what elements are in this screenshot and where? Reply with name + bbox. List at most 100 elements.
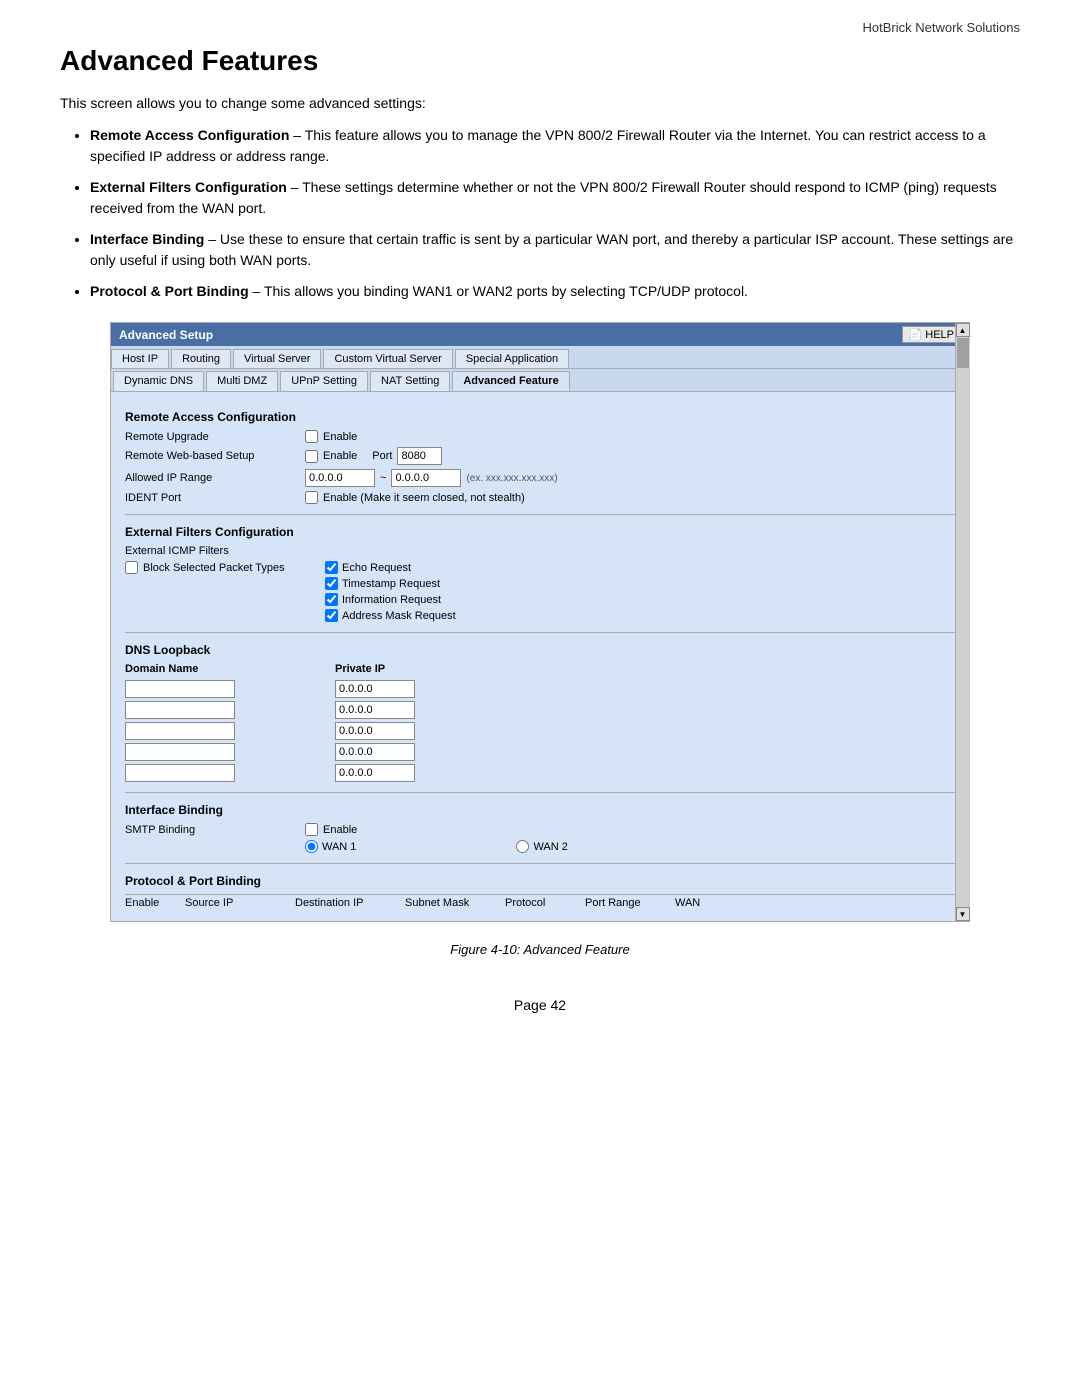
col-protocol: Protocol: [505, 897, 575, 909]
tab-advanced-feature[interactable]: Advanced Feature: [452, 371, 569, 391]
tab-multi-dmz[interactable]: Multi DMZ: [206, 371, 278, 391]
tab-nat-setting[interactable]: NAT Setting: [370, 371, 450, 391]
domain-input-2[interactable]: [125, 701, 235, 719]
bullet1-bold: Remote Access Configuration: [90, 127, 289, 143]
private-ip-input-2[interactable]: [335, 701, 415, 719]
information-request-label: Information Request: [342, 594, 441, 606]
wan-selection-row: WAN 1 WAN 2: [125, 840, 955, 853]
list-item: Interface Binding – Use these to ensure …: [90, 229, 1020, 271]
wan1-radio[interactable]: [305, 840, 318, 853]
remote-web-row: Remote Web-based Setup Enable Port: [125, 447, 955, 465]
allowed-ip-control: ~ (ex. xxx.xxx.xxx.xxx): [305, 469, 558, 487]
list-item: Remote Access Configuration – This featu…: [90, 125, 1020, 167]
tab-custom-virtual-server[interactable]: Custom Virtual Server: [323, 349, 452, 368]
advanced-setup-panel: Advanced Setup 📄 HELP Host IP Routing Vi…: [110, 322, 970, 922]
icmp-checkboxes: Echo Request Timestamp Request Informati…: [325, 561, 456, 622]
smtp-binding-label: SMTP Binding: [125, 824, 305, 836]
col-enable: Enable: [125, 897, 175, 909]
ident-checkbox[interactable]: [305, 491, 318, 504]
bullet4-bold: Protocol & Port Binding: [90, 283, 253, 299]
block-selected-checkbox[interactable]: [125, 561, 138, 574]
ident-row: IDENT Port Enable (Make it seem closed, …: [125, 491, 955, 504]
scroll-up-button[interactable]: ▲: [956, 323, 970, 337]
port-input[interactable]: [397, 447, 442, 465]
address-mask-item: Address Mask Request: [325, 609, 456, 622]
col-dest-ip: Destination IP: [295, 897, 395, 909]
list-item: Protocol & Port Binding – This allows yo…: [90, 281, 1020, 302]
page-title: Advanced Features: [60, 45, 1020, 77]
page-number: Page 42: [60, 997, 1020, 1013]
scroll-down-button[interactable]: ▼: [956, 907, 970, 921]
tab-upnp-setting[interactable]: UPnP Setting: [280, 371, 368, 391]
wan2-radio-item: WAN 2: [516, 840, 567, 853]
private-ip-input-5[interactable]: [335, 764, 415, 782]
domain-input-4[interactable]: [125, 743, 235, 761]
private-ip-input-4[interactable]: [335, 743, 415, 761]
tab-dynamic-dns[interactable]: Dynamic DNS: [113, 371, 204, 391]
col-subnet: Subnet Mask: [405, 897, 495, 909]
remote-access-title: Remote Access Configuration: [125, 410, 955, 424]
port-label: Port: [372, 450, 392, 462]
intro-text: This screen allows you to change some ad…: [60, 95, 1020, 111]
divider2: [125, 632, 955, 633]
tab-routing[interactable]: Routing: [171, 349, 231, 368]
wan1-label: WAN 1: [322, 841, 356, 853]
scroll-thumb[interactable]: [957, 338, 969, 368]
ident-text: Enable (Make it seem closed, not stealth…: [323, 492, 525, 504]
block-selected-label: Block Selected Packet Types: [143, 562, 285, 574]
ip-to-input[interactable]: [391, 469, 461, 487]
private-ip-label: Private IP: [335, 663, 415, 675]
tilde: ~: [380, 472, 386, 484]
tab-special-application[interactable]: Special Application: [455, 349, 569, 368]
divider3: [125, 792, 955, 793]
remote-upgrade-label: Remote Upgrade: [125, 431, 305, 443]
remote-upgrade-enable-label: Enable: [323, 431, 357, 443]
echo-request-label: Echo Request: [342, 562, 411, 574]
help-icon: 📄: [909, 328, 923, 341]
scroll-track: [956, 337, 970, 907]
wan2-radio[interactable]: [516, 840, 529, 853]
timestamp-request-item: Timestamp Request: [325, 577, 456, 590]
wan-radio-group: WAN 1 WAN 2: [305, 840, 568, 853]
tab-virtual-server[interactable]: Virtual Server: [233, 349, 321, 368]
panel-titlebar: Advanced Setup 📄 HELP: [111, 323, 969, 346]
remote-web-control: Enable Port: [305, 447, 442, 465]
domain-name-label: Domain Name: [125, 663, 235, 675]
smtp-enable-label: Enable: [323, 824, 357, 836]
ident-control: Enable (Make it seem closed, not stealth…: [305, 491, 525, 504]
smtp-binding-row: SMTP Binding Enable: [125, 823, 955, 836]
block-control: Block Selected Packet Types: [125, 561, 305, 574]
scrollbar[interactable]: ▲ ▼: [955, 323, 969, 921]
interface-binding-title: Interface Binding: [125, 803, 955, 817]
protocol-port-title: Protocol & Port Binding: [125, 874, 955, 888]
timestamp-request-checkbox[interactable]: [325, 577, 338, 590]
dns-ip-col: Private IP: [335, 663, 415, 782]
address-mask-checkbox[interactable]: [325, 609, 338, 622]
col-wan: WAN: [675, 897, 715, 909]
dns-loopback-title: DNS Loopback: [125, 643, 955, 657]
domain-input-1[interactable]: [125, 680, 235, 698]
domain-input-5[interactable]: [125, 764, 235, 782]
external-filters-title: External Filters Configuration: [125, 525, 955, 539]
remote-upgrade-checkbox[interactable]: [305, 430, 318, 443]
panel-title: Advanced Setup: [119, 328, 213, 342]
company-name: HotBrick Network Solutions: [60, 20, 1020, 35]
tab-host-ip[interactable]: Host IP: [111, 349, 169, 368]
wan2-label: WAN 2: [533, 841, 567, 853]
remote-upgrade-control: Enable: [305, 430, 357, 443]
echo-request-checkbox[interactable]: [325, 561, 338, 574]
information-request-item: Information Request: [325, 593, 456, 606]
smtp-enable-checkbox[interactable]: [305, 823, 318, 836]
divider1: [125, 514, 955, 515]
features-list: Remote Access Configuration – This featu…: [60, 125, 1020, 302]
domain-input-3[interactable]: [125, 722, 235, 740]
tabs-row2: Dynamic DNS Multi DMZ UPnP Setting NAT S…: [111, 369, 969, 392]
remote-web-checkbox[interactable]: [305, 450, 318, 463]
help-button[interactable]: 📄 HELP: [902, 326, 961, 343]
ip-from-input[interactable]: [305, 469, 375, 487]
private-ip-input-1[interactable]: [335, 680, 415, 698]
help-label: HELP: [925, 329, 954, 341]
information-request-checkbox[interactable]: [325, 593, 338, 606]
private-ip-input-3[interactable]: [335, 722, 415, 740]
bullet2-bold: External Filters Configuration: [90, 179, 287, 195]
